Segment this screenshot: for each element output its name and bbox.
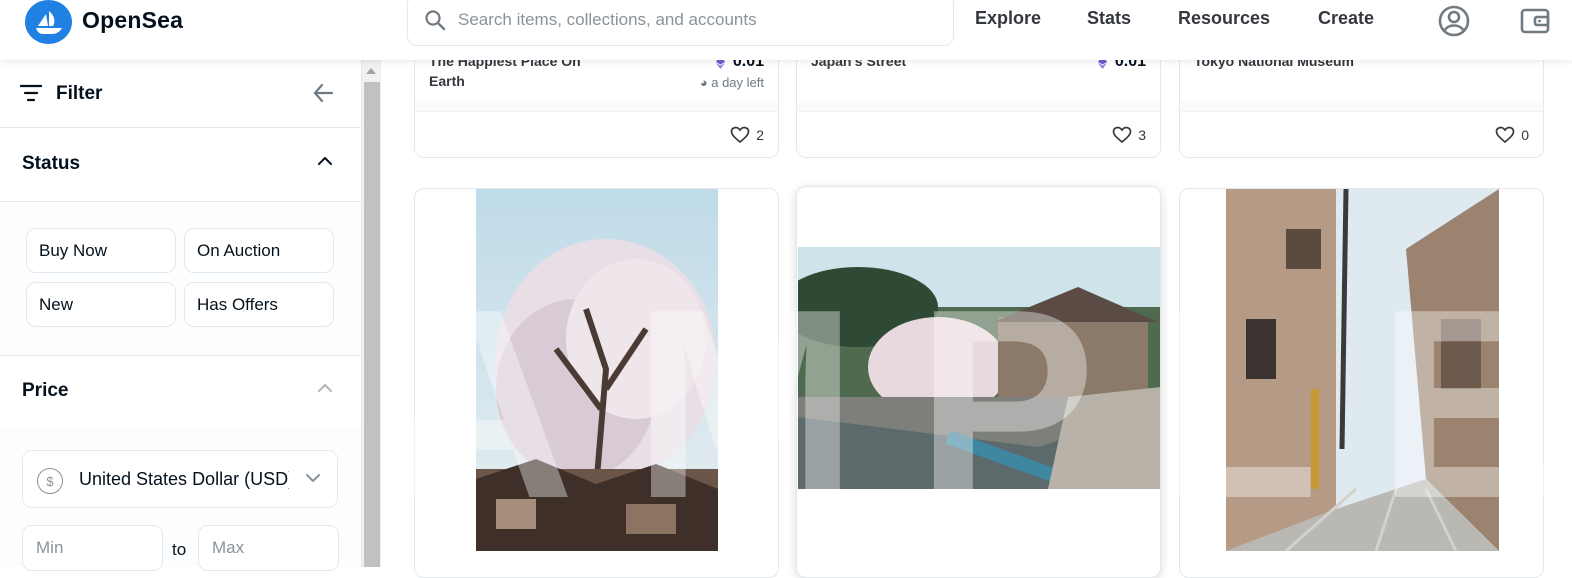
nft-card[interactable] bbox=[1179, 188, 1544, 578]
status-on-auction[interactable]: On Auction bbox=[184, 228, 334, 273]
filter-sidebar: Filter Status Buy Now On Auction New Has… bbox=[0, 60, 362, 571]
nav-resources[interactable]: Resources bbox=[1178, 8, 1270, 29]
opensea-logo[interactable] bbox=[25, 0, 72, 44]
filter-label: Filter bbox=[56, 83, 103, 104]
card-image[interactable] bbox=[476, 189, 718, 551]
wallet-icon[interactable] bbox=[1518, 4, 1552, 38]
status-buy-now[interactable]: Buy Now bbox=[26, 228, 176, 273]
scroll-up-arrow-icon[interactable] bbox=[366, 68, 376, 74]
like-count: 2 bbox=[756, 127, 764, 143]
kyoto-street-image bbox=[1226, 189, 1499, 551]
chevron-up-icon bbox=[318, 157, 332, 165]
like-button[interactable]: 0 bbox=[1495, 126, 1529, 144]
time-left: ◕ a day left bbox=[700, 75, 764, 90]
sidebar-scrollbar[interactable] bbox=[362, 60, 381, 567]
currency-label: United States Dollar (USD) bbox=[79, 469, 289, 489]
boat-icon bbox=[35, 11, 62, 34]
nav-explore[interactable]: Explore bbox=[975, 8, 1041, 29]
arrow-left-icon[interactable] bbox=[312, 82, 334, 104]
account-icon[interactable] bbox=[1437, 4, 1471, 38]
cherry-blossom-image bbox=[476, 189, 718, 551]
like-count: 0 bbox=[1521, 127, 1529, 143]
card-footer: 3 bbox=[797, 111, 1160, 157]
currency-select[interactable]: $ United States Dollar (USD) bbox=[22, 450, 338, 508]
card-footer: 0 bbox=[1180, 111, 1543, 157]
card-footer: 2 bbox=[415, 111, 778, 157]
search-icon bbox=[425, 10, 446, 31]
nav-create[interactable]: Create bbox=[1318, 8, 1374, 29]
status-new[interactable]: New bbox=[26, 282, 176, 327]
price-max-input[interactable] bbox=[198, 525, 339, 571]
status-options: Buy Now On Auction New Has Offers bbox=[0, 202, 361, 356]
heart-icon bbox=[1112, 126, 1132, 144]
price-section-header[interactable]: Price bbox=[0, 355, 361, 429]
like-count: 3 bbox=[1138, 127, 1146, 143]
chevron-down-icon bbox=[306, 474, 320, 482]
nav-stats[interactable]: Stats bbox=[1087, 8, 1131, 29]
card-image[interactable] bbox=[798, 247, 1160, 489]
status-section-header[interactable]: Status bbox=[0, 128, 361, 202]
card-image[interactable] bbox=[1226, 189, 1499, 551]
like-button[interactable]: 2 bbox=[730, 126, 764, 144]
like-button[interactable]: 3 bbox=[1112, 126, 1146, 144]
filter-header[interactable]: Filter bbox=[0, 60, 361, 128]
card-divider bbox=[797, 101, 1160, 111]
card-divider bbox=[1180, 101, 1543, 111]
heart-icon bbox=[1495, 126, 1515, 144]
scroll-thumb[interactable] bbox=[364, 82, 380, 567]
heart-icon bbox=[730, 126, 750, 144]
status-has-offers[interactable]: Has Offers bbox=[184, 282, 334, 327]
price-title: Price bbox=[22, 380, 69, 401]
time-left-label: a day left bbox=[711, 75, 764, 90]
price-min-input[interactable] bbox=[22, 525, 163, 571]
dollar-icon: $ bbox=[37, 468, 63, 494]
status-title: Status bbox=[22, 153, 81, 174]
brand-name[interactable]: OpenSea bbox=[82, 7, 183, 34]
nft-card[interactable] bbox=[796, 186, 1161, 578]
filter-icon bbox=[20, 84, 42, 102]
price-filter: $ United States Dollar (USD) to bbox=[0, 428, 361, 571]
clock-icon: ◕ bbox=[699, 75, 708, 90]
top-header: OpenSea Explore Stats Resources Create bbox=[0, 0, 1572, 60]
range-to-label: to bbox=[172, 540, 187, 559]
search-input[interactable] bbox=[458, 7, 938, 33]
canal-street-image bbox=[798, 247, 1160, 489]
card-divider bbox=[415, 101, 778, 111]
nft-card[interactable] bbox=[414, 188, 779, 578]
chevron-up-icon bbox=[318, 384, 332, 392]
search-bar[interactable] bbox=[407, 0, 954, 46]
